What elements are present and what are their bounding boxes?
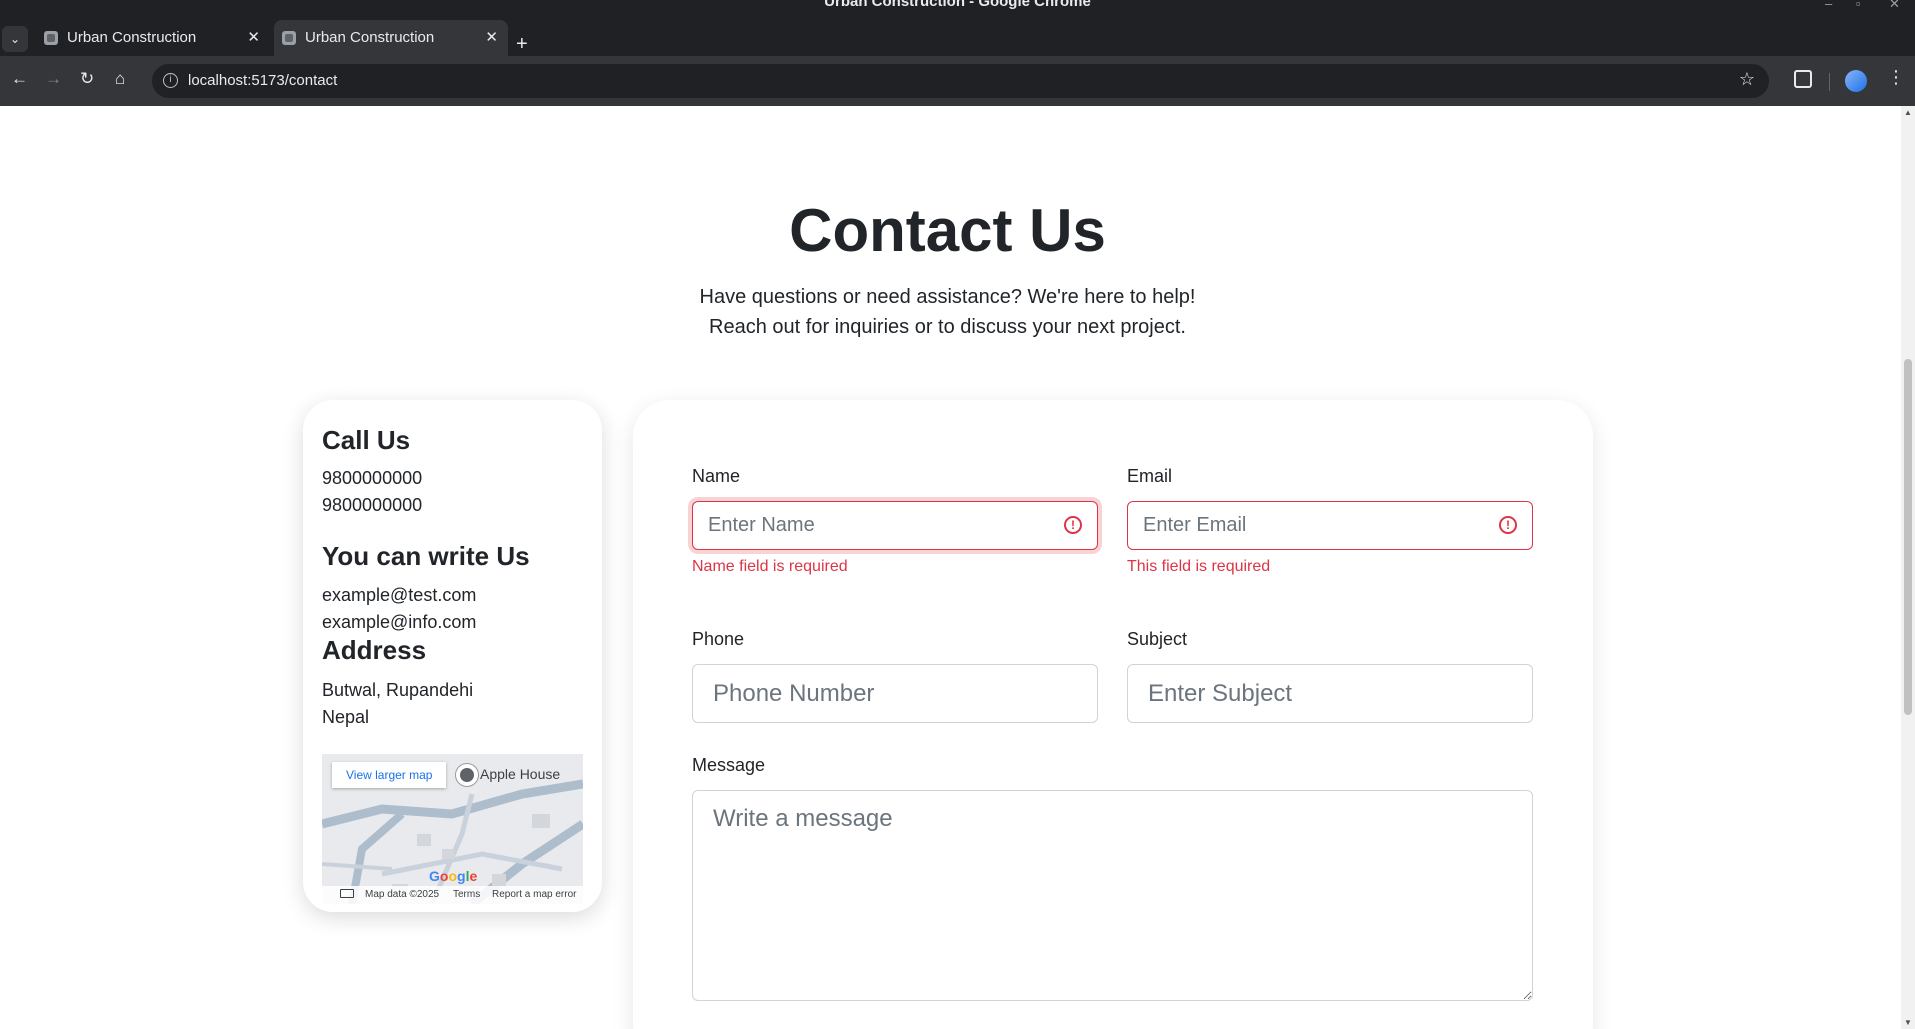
profile-avatar[interactable] xyxy=(1845,70,1867,92)
address-bar[interactable]: i localhost:5173/contact ☆ xyxy=(152,64,1769,98)
phone-input[interactable] xyxy=(692,664,1098,723)
name-label: Name xyxy=(692,466,741,486)
google-logo: Google xyxy=(429,868,478,884)
page-title: Contact Us xyxy=(789,197,1106,264)
subject-input[interactable] xyxy=(1127,664,1533,723)
address-line: Butwal, Rupandehi xyxy=(322,680,474,700)
tab-title: Urban Construction xyxy=(305,29,435,46)
site-info-icon[interactable]: i xyxy=(163,73,178,88)
phone-label: Phone xyxy=(692,629,745,649)
contact-info-card: Call Us 9800000000 9800000000 You can wr… xyxy=(303,400,602,912)
map-data-text: Map data ©2025 xyxy=(365,889,440,900)
email-error-message: This field is required xyxy=(1127,558,1271,575)
tab-strip: ⌄ Urban Construction ✕ Urban Constructio… xyxy=(0,16,1915,56)
error-icon: ! xyxy=(1499,516,1517,534)
window-titlebar: Urban Construction - Google Chrome – ▫ ✕ xyxy=(0,0,1915,16)
browser-toolbar: ← → ↻ ⌂ i localhost:5173/contact ☆ ⋮ xyxy=(0,56,1915,106)
keyboard-shortcuts-icon[interactable] xyxy=(340,889,354,898)
tab-search-button[interactable]: ⌄ xyxy=(2,26,28,52)
write-us-heading: You can write Us xyxy=(322,541,530,571)
contact-form-card: Name ! Name field is required Email ! Th… xyxy=(633,400,1593,1029)
scroll-up-arrow-icon[interactable]: ▲ xyxy=(1904,108,1912,117)
bookmark-star-icon[interactable]: ☆ xyxy=(1739,69,1755,90)
favicon-icon xyxy=(282,31,296,45)
page-viewport: Contact Us Have questions or need assist… xyxy=(0,106,1901,1029)
map-pin-icon[interactable] xyxy=(456,764,478,786)
close-tab-icon[interactable]: ✕ xyxy=(247,28,260,46)
extensions-icon[interactable] xyxy=(1794,70,1812,88)
subject-label: Subject xyxy=(1127,629,1188,649)
scroll-down-arrow-icon[interactable]: ▼ xyxy=(1904,1018,1912,1027)
forward-arrow-icon[interactable]: → xyxy=(45,69,62,89)
address-url[interactable]: localhost:5173/contact xyxy=(188,72,337,89)
message-textarea[interactable] xyxy=(692,790,1533,1001)
embedded-map[interactable]: View larger map Apple House Google Map d… xyxy=(322,754,583,904)
page-scrollbar[interactable]: ▲ ▼ xyxy=(1901,106,1915,1029)
name-input[interactable] xyxy=(692,501,1098,550)
call-us-heading: Call Us xyxy=(322,425,411,455)
toolbar-divider xyxy=(1829,73,1830,91)
email-label: Email xyxy=(1127,466,1173,486)
tab-title: Urban Construction xyxy=(67,29,197,46)
page-subtitle: Have questions or need assistance? We're… xyxy=(0,282,1895,342)
email-input[interactable] xyxy=(1127,501,1533,550)
new-tab-icon[interactable]: + xyxy=(516,34,528,54)
close-tab-icon[interactable]: ✕ xyxy=(485,28,498,46)
window-title: Urban Construction - Google Chrome xyxy=(824,0,1091,10)
close-window-icon[interactable]: ✕ xyxy=(1889,0,1900,12)
minimize-icon[interactable]: – xyxy=(1825,0,1832,11)
reload-icon[interactable]: ↻ xyxy=(80,69,94,89)
address-line: Nepal xyxy=(322,707,370,727)
maximize-icon[interactable]: ▫ xyxy=(1856,0,1861,11)
phone-number: 9800000000 xyxy=(322,468,423,488)
subtitle-line: Have questions or need assistance? We're… xyxy=(699,286,1196,308)
chrome-menu-icon[interactable]: ⋮ xyxy=(1887,67,1905,88)
map-place-label[interactable]: Apple House xyxy=(480,766,560,782)
map-terms-link[interactable]: Terms xyxy=(453,889,480,900)
view-larger-map-link[interactable]: View larger map xyxy=(332,762,447,788)
home-icon[interactable]: ⌂ xyxy=(115,69,125,89)
name-error-message: Name field is required xyxy=(692,558,848,575)
browser-tab-active[interactable]: Urban Construction ✕ xyxy=(274,20,508,56)
browser-tab[interactable]: Urban Construction ✕ xyxy=(36,20,270,56)
address-heading: Address xyxy=(322,635,427,665)
phone-number: 9800000000 xyxy=(322,495,423,515)
favicon-icon xyxy=(44,31,58,45)
report-map-error-link[interactable]: Report a map error xyxy=(492,889,576,900)
error-icon: ! xyxy=(1064,516,1082,534)
map-attribution: Map data ©2025 Terms Report a map error xyxy=(322,886,583,904)
scrollbar-thumb[interactable] xyxy=(1904,359,1912,715)
message-label: Message xyxy=(692,755,766,775)
back-arrow-icon[interactable]: ← xyxy=(11,69,28,89)
subtitle-line: Reach out for inquiries or to discuss yo… xyxy=(709,316,1186,338)
email-address: example@test.com xyxy=(322,585,477,605)
email-address: example@info.com xyxy=(322,612,477,632)
